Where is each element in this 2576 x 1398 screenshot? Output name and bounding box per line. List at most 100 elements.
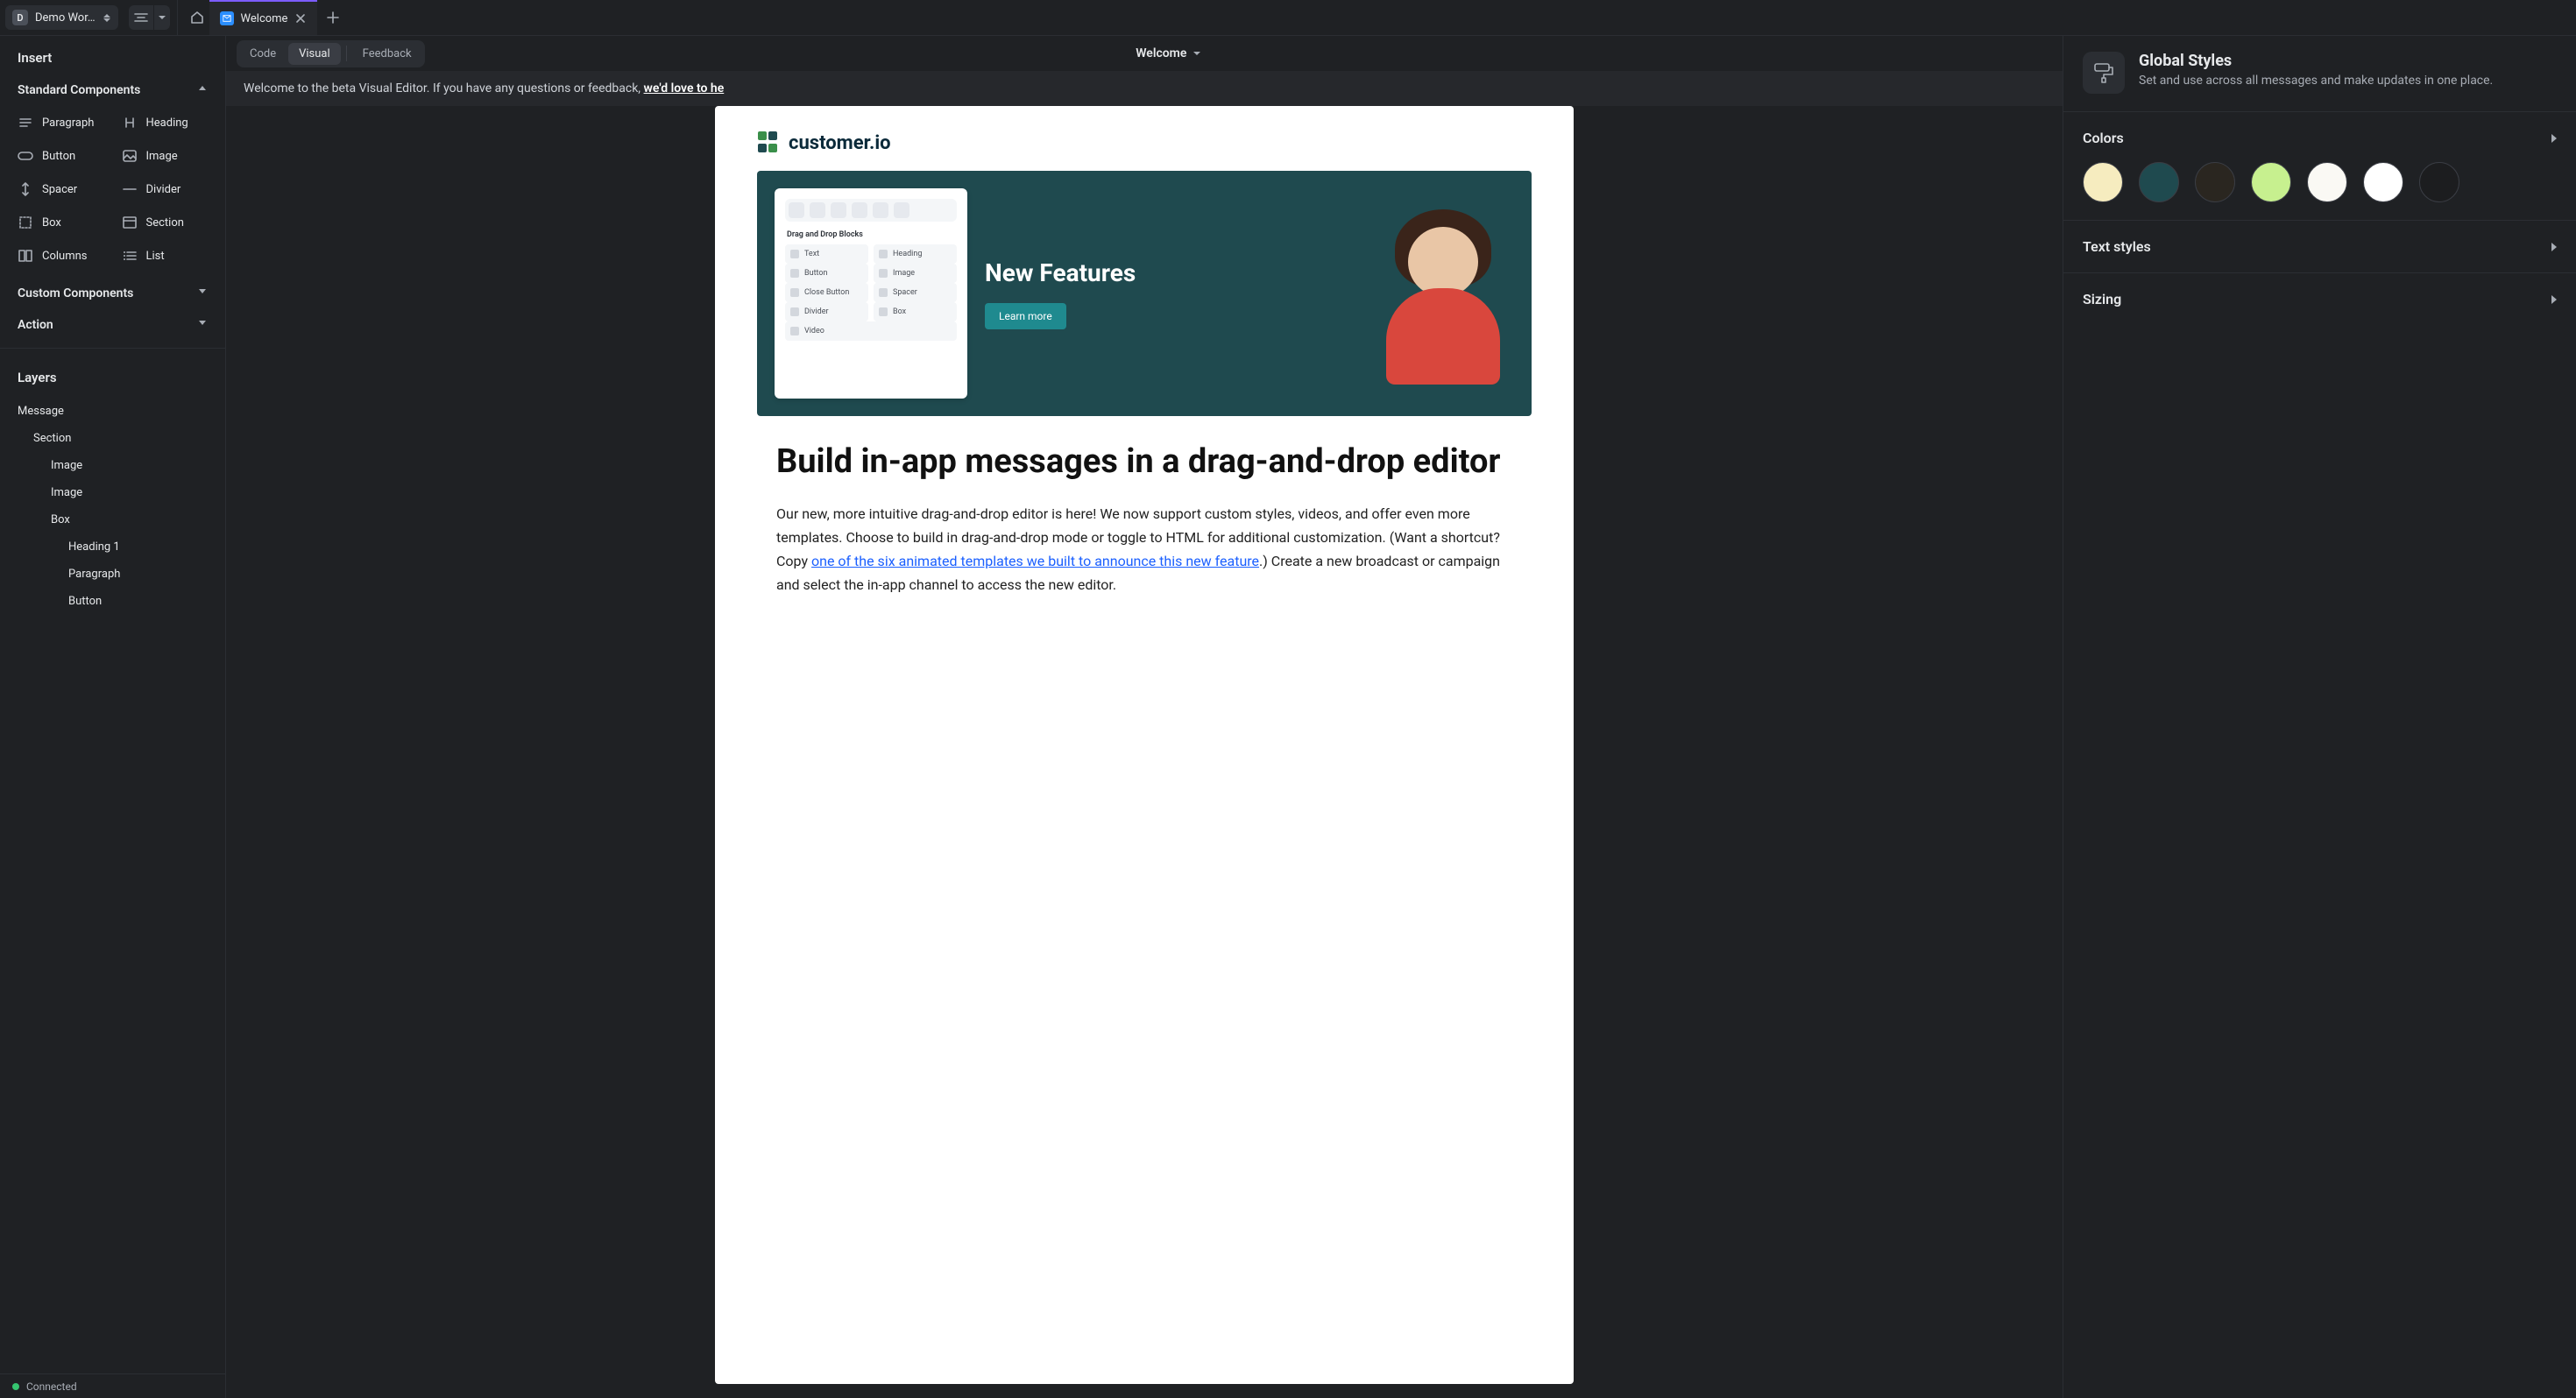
email-preview[interactable]: customer.io Drag and Drop Block [715, 106, 1574, 1384]
chevron-right-icon [2551, 134, 2557, 143]
color-swatch[interactable] [2251, 162, 2291, 202]
hero-title: New Features [985, 258, 1136, 287]
hero-block-chip: Video [785, 321, 957, 341]
component-button[interactable]: Button [9, 139, 113, 173]
new-tab-button[interactable] [317, 0, 349, 35]
global-styles-subtitle: Set and use across all messages and make… [2139, 74, 2493, 88]
color-swatch[interactable] [2083, 162, 2123, 202]
component-label: Box [42, 216, 61, 229]
mode-code[interactable]: Code [239, 43, 287, 65]
component-heading[interactable]: Heading [113, 106, 217, 139]
action-accordion[interactable]: Action [0, 309, 225, 341]
close-icon [296, 14, 305, 23]
layer-list: MessageSectionImageImageBoxHeading 1Para… [0, 394, 225, 650]
hero-block-chip: Heading [874, 244, 957, 264]
sizing-section: Sizing [2063, 272, 2576, 325]
component-paragraph[interactable]: Paragraph [9, 106, 113, 139]
align-center-icon [133, 11, 149, 24]
component-section[interactable]: Section [113, 206, 217, 239]
viewport-group [129, 5, 170, 30]
divider [0, 348, 225, 349]
hero-block-chip: Divider [785, 302, 868, 321]
hero-tool-icon [873, 202, 888, 218]
feedback-button[interactable]: Feedback [352, 43, 422, 65]
color-swatch[interactable] [2307, 162, 2347, 202]
hero-block-chip: Image [874, 264, 957, 283]
layer-row[interactable]: Section [5, 425, 220, 452]
text-styles-label: Text styles [2083, 238, 2151, 255]
home-icon [189, 10, 205, 25]
status-text: Connected [26, 1380, 77, 1393]
layer-row[interactable]: Paragraph [5, 561, 220, 588]
component-list[interactable]: List [113, 239, 217, 272]
custom-components-accordion[interactable]: Custom Components [0, 278, 225, 309]
spacer-icon [18, 181, 33, 197]
component-image[interactable]: Image [113, 139, 217, 173]
section-icon [122, 215, 138, 230]
tab-close-button[interactable] [294, 12, 307, 25]
plus-icon [327, 11, 339, 24]
color-swatch[interactable] [2139, 162, 2179, 202]
color-swatch[interactable] [2195, 162, 2235, 202]
layer-row[interactable]: Message [5, 398, 220, 425]
mail-icon [220, 11, 234, 25]
banner-link[interactable]: we'd love to he [644, 81, 725, 95]
divider [177, 0, 178, 35]
image-icon [122, 148, 138, 164]
hero-image: Drag and Drop Blocks TextHeadingButtonIm… [757, 171, 1532, 416]
chevron-right-icon [2551, 243, 2557, 251]
status-bar: Connected [0, 1373, 225, 1398]
component-box[interactable]: Box [9, 206, 113, 239]
divider [346, 46, 347, 61]
hero-block-chip: Spacer [874, 283, 957, 302]
hero-block-chip: Box [874, 302, 957, 321]
hero-panel-title: Drag and Drop Blocks [787, 230, 955, 239]
layers-panel-title: Layers [0, 356, 225, 394]
layer-row[interactable]: Heading 1 [5, 533, 220, 561]
article-link[interactable]: one of the six animated templates we bui… [811, 553, 1259, 569]
center-panel: Code Visual Feedback Welcome Welcome to … [226, 36, 2063, 1398]
color-swatch[interactable] [2419, 162, 2459, 202]
standard-components-accordion[interactable]: Standard Components [0, 74, 225, 106]
sizing-row[interactable]: Sizing [2083, 291, 2557, 307]
left-sidebar: Insert Standard Components Paragraph Hea… [0, 36, 226, 1398]
component-label: List [146, 250, 165, 263]
component-spacer[interactable]: Spacer [9, 173, 113, 206]
chevron-up-icon [199, 86, 208, 95]
viewport-button[interactable] [129, 5, 153, 30]
layer-row[interactable]: Image [5, 452, 220, 479]
text-styles-row[interactable]: Text styles [2083, 238, 2557, 255]
insert-panel-title: Insert [0, 36, 225, 74]
home-button[interactable] [185, 5, 209, 30]
layer-row[interactable]: Button [5, 588, 220, 615]
customerio-logo: customer.io [757, 131, 1532, 155]
hero-tool-icon [789, 202, 804, 218]
mode-visual[interactable]: Visual [288, 43, 341, 65]
component-divider[interactable]: Divider [113, 173, 217, 206]
accordion-label: Action [18, 318, 53, 332]
layer-row[interactable]: Image [5, 479, 220, 506]
component-label: Columns [42, 250, 88, 263]
color-swatch[interactable] [2363, 162, 2403, 202]
colors-row[interactable]: Colors [2083, 130, 2557, 146]
component-columns[interactable]: Columns [9, 239, 113, 272]
article-heading: Build in-app messages in a drag-and-drop… [776, 442, 1512, 483]
viewport-dropdown[interactable] [154, 5, 170, 30]
heading-icon [122, 115, 138, 131]
canvas[interactable]: customer.io Drag and Drop Block [226, 106, 2063, 1398]
accordion-label: Custom Components [18, 286, 133, 300]
document-title-dropdown[interactable]: Welcome [1136, 46, 1200, 60]
top-bar: D Demo Wor… Welcome [0, 0, 2576, 36]
banner-text: Welcome to the beta Visual Editor. If yo… [244, 81, 644, 95]
tab-welcome[interactable]: Welcome [209, 0, 318, 35]
hero-tool-icon [894, 202, 909, 218]
colors-section: Colors [2063, 111, 2576, 220]
component-label: Paragraph [42, 116, 94, 130]
box-icon [18, 215, 33, 230]
layer-row[interactable]: Box [5, 506, 220, 533]
hero-block-chip: Close Button [785, 283, 868, 302]
workspace-selector[interactable]: D Demo Wor… [5, 5, 118, 30]
hero-person-illustration [1377, 201, 1509, 376]
global-styles-header: Global Styles Set and use across all mes… [2063, 36, 2576, 111]
hero-block-chip: Text [785, 244, 868, 264]
